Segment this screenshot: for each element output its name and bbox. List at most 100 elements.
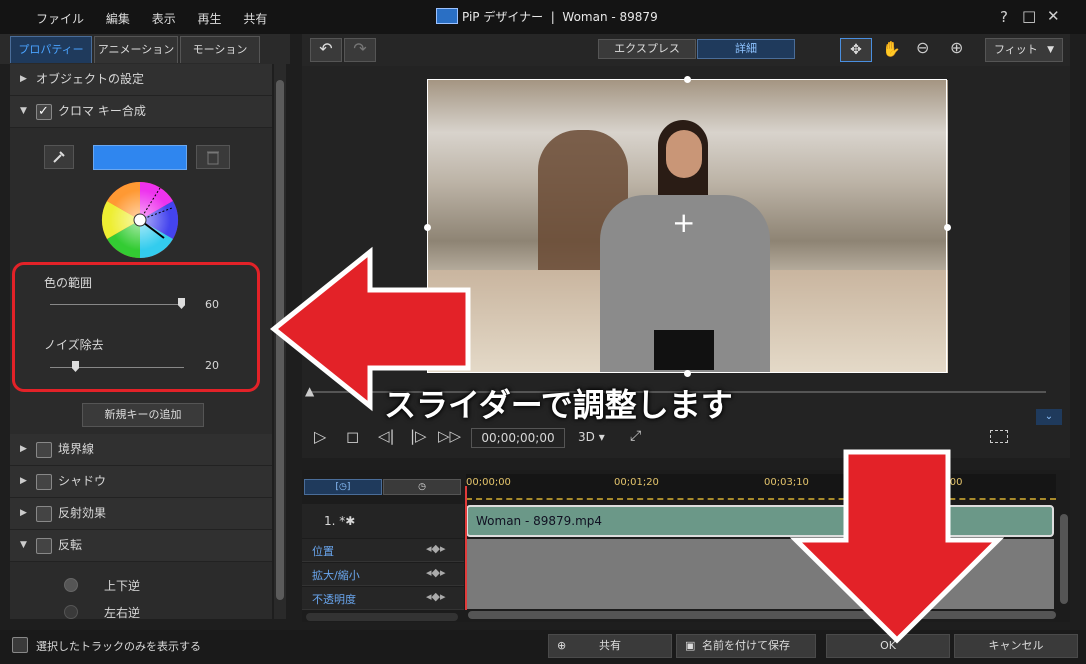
- section-border[interactable]: ▶ 境界線: [10, 434, 272, 466]
- highlight-box: [12, 262, 260, 392]
- save-icon: ▣: [685, 639, 696, 652]
- menu-edit[interactable]: 編集: [106, 10, 130, 27]
- handle-bc[interactable]: [684, 370, 691, 377]
- row-label: 位置: [312, 545, 334, 558]
- delete-key-button[interactable]: [196, 145, 230, 169]
- radio-horizontal[interactable]: [64, 605, 78, 619]
- chevron-down-icon: ▼: [1047, 45, 1054, 55]
- share-button[interactable]: ⊕ 共有: [548, 634, 672, 658]
- section-object-settings[interactable]: ▶ オブジェクトの設定: [10, 64, 272, 96]
- handle-tc[interactable]: [684, 76, 691, 83]
- menu-play[interactable]: 再生: [198, 10, 222, 27]
- trash-icon: [207, 151, 219, 165]
- move-tool-button[interactable]: ✥: [840, 38, 872, 62]
- handle-ml[interactable]: [424, 224, 431, 231]
- handle-mr[interactable]: [944, 224, 951, 231]
- section-flip[interactable]: ▼ 反転: [10, 530, 272, 562]
- share-button-label: 共有: [599, 639, 621, 652]
- close-icon[interactable]: ✕: [1047, 7, 1060, 25]
- reflection-checkbox[interactable]: [36, 506, 52, 522]
- zoom-out-icon[interactable]: ⊖: [916, 38, 929, 57]
- section-label: シャドウ: [58, 474, 107, 488]
- show-selected-track-checkbox[interactable]: [12, 637, 28, 653]
- expand-down-icon: ▼: [20, 540, 27, 550]
- fast-forward-icon[interactable]: ▷▷: [438, 427, 461, 445]
- section-label: クロマ キー合成: [58, 104, 146, 118]
- timeline-vscroll[interactable]: [1060, 514, 1068, 604]
- flip-vertical-label: 上下逆: [104, 579, 141, 593]
- section-reflection[interactable]: ▶ 反射効果: [10, 498, 272, 530]
- color-wheel[interactable]: [100, 180, 180, 260]
- timecode[interactable]: 00;00;00;00: [471, 428, 565, 448]
- down-arrow-annotation: [790, 449, 1004, 644]
- show-selected-track-label: 選択したトラックのみを表示する: [36, 640, 201, 653]
- tab-animation[interactable]: アニメーション: [94, 36, 178, 63]
- collapse-button[interactable]: ⌄: [1036, 409, 1062, 425]
- tab-properties[interactable]: プロパティー: [10, 36, 92, 63]
- row-label: 不透明度: [312, 593, 356, 606]
- hand-icon[interactable]: ✋: [882, 40, 901, 58]
- add-key-button[interactable]: 新規キーの追加: [82, 403, 204, 427]
- annotation-caption: スライダーで調整します: [384, 386, 733, 424]
- save-as-button-label: 名前を付けて保存: [702, 639, 790, 652]
- safe-area-icon[interactable]: [990, 430, 1008, 443]
- keyframe-row-scale[interactable]: 拡大/縮小 ◂◆▸: [302, 563, 464, 586]
- eyedropper-button[interactable]: [44, 145, 74, 169]
- menu-bar: ファイル 編集 表示 再生 共有: [36, 10, 285, 27]
- chroma-key-checkbox[interactable]: [36, 96, 52, 127]
- expand-down-icon: ▼: [20, 106, 27, 116]
- fullscreen-icon[interactable]: ⤢: [630, 428, 641, 444]
- maximize-icon[interactable]: □: [1022, 7, 1036, 25]
- crosshair-icon[interactable]: +: [672, 209, 695, 237]
- keyframe-diamond-icon[interactable]: ◂◆▸: [426, 566, 446, 579]
- expand-right-icon: ▶: [20, 74, 27, 84]
- fit-label: フィット: [994, 43, 1038, 56]
- zoom-in-icon[interactable]: ⊕: [950, 38, 963, 57]
- radio-vertical[interactable]: [64, 578, 78, 592]
- menu-share[interactable]: 共有: [243, 10, 267, 27]
- key-color-swatch[interactable]: [93, 145, 187, 170]
- prev-frame-icon[interactable]: ◁|: [378, 427, 395, 445]
- play-icon[interactable]: ▷: [314, 427, 326, 446]
- detail-mode-button[interactable]: 詳細: [697, 39, 795, 59]
- menu-file[interactable]: ファイル: [36, 10, 84, 27]
- timeline-mode-button-1[interactable]: [◷]: [304, 479, 382, 495]
- section-shadow[interactable]: ▶ シャドウ: [10, 466, 272, 498]
- ruler-tick-1: 00;01;20: [614, 477, 659, 488]
- timeline-zoom-slider[interactable]: [306, 613, 458, 621]
- section-label: 反転: [58, 538, 83, 552]
- playhead[interactable]: [465, 486, 467, 610]
- section-chroma-key[interactable]: ▼ クロマ キー合成: [10, 96, 272, 128]
- keyframe-row-position[interactable]: 位置 ◂◆▸: [302, 539, 464, 562]
- keyframe-diamond-icon[interactable]: ◂◆▸: [426, 542, 446, 555]
- border-checkbox[interactable]: [36, 442, 52, 458]
- keyframe-row-opacity[interactable]: 不透明度 ◂◆▸: [302, 587, 464, 610]
- section-label: 境界線: [58, 442, 95, 456]
- globe-icon: ⊕: [557, 639, 567, 652]
- expand-right-icon: ▶: [20, 508, 27, 518]
- menu-view[interactable]: 表示: [152, 10, 176, 27]
- next-frame-icon[interactable]: |▷: [410, 427, 427, 445]
- shadow-checkbox[interactable]: [36, 474, 52, 490]
- flip-checkbox[interactable]: [36, 538, 52, 554]
- flip-horizontal-label: 左右逆: [104, 606, 141, 620]
- window-title: PiP デザイナー | Woman - 89879: [462, 10, 658, 24]
- stop-icon[interactable]: ◻: [346, 427, 359, 446]
- 3d-mode-dropdown[interactable]: 3D ▾: [578, 430, 605, 444]
- express-mode-button[interactable]: エクスプレス: [598, 39, 696, 59]
- clip-name: Woman - 89879.mp4: [476, 514, 603, 528]
- app-logo-icon: [436, 8, 458, 24]
- keyframe-diamond-icon[interactable]: ◂◆▸: [426, 590, 446, 603]
- redo-button[interactable]: ↷: [344, 38, 376, 62]
- ruler-tick-0: 00;00;00: [466, 477, 511, 488]
- 3d-mode-label: 3D: [578, 430, 595, 444]
- section-label: オブジェクトの設定: [36, 72, 145, 86]
- timeline-mode-button-2[interactable]: ◷: [383, 479, 461, 495]
- fit-dropdown[interactable]: フィット ▼: [985, 38, 1063, 62]
- tab-motion[interactable]: モーション: [180, 36, 260, 63]
- help-icon[interactable]: ?: [1000, 8, 1008, 26]
- expand-right-icon: ▶: [20, 476, 27, 486]
- undo-button[interactable]: ↶: [310, 38, 342, 62]
- eyedropper-icon: [53, 151, 65, 163]
- track-label: 1. *✱: [324, 514, 356, 528]
